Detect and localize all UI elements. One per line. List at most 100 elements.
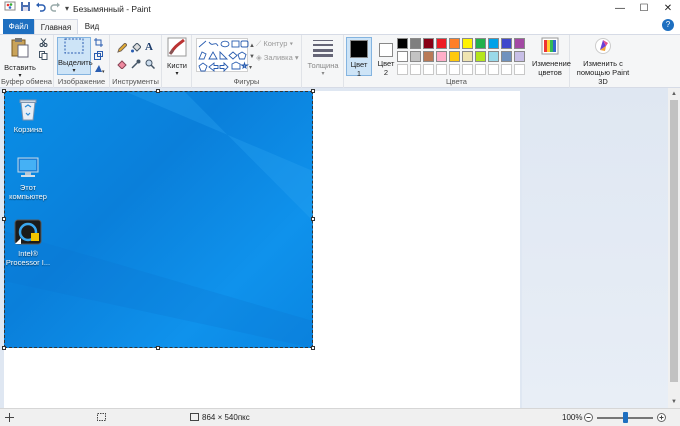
brushes-label: Кисти [167,61,187,70]
size-button[interactable]: Толщина ▾ [306,37,340,77]
canvas-workspace: Корзина Этот компьютер Intel® Processor … [0,88,668,409]
zoom-slider-thumb[interactable] [623,412,628,423]
fill-button[interactable]: ◈ Заливка ▾ [256,53,299,62]
palette-color-swatch[interactable] [397,38,408,49]
select-dropdown-icon: ▾ [72,68,76,74]
custom-color-slot[interactable] [410,64,421,75]
scroll-down-button[interactable]: ▼ [668,396,680,408]
custom-color-slot[interactable] [423,64,434,75]
maximize-button[interactable]: ☐ [632,0,656,18]
palette-color-swatch[interactable] [514,38,525,49]
palette-color-swatch[interactable] [501,38,512,49]
resize-handle-right[interactable] [311,217,315,221]
outline-button[interactable]: ⟋ Контур ▾ [256,39,293,49]
palette-color-swatch[interactable] [410,51,421,62]
redo-icon[interactable] [50,0,61,18]
shapes-gallery[interactable] [196,38,249,73]
crop-icon[interactable] [94,38,103,49]
color2-fill [380,44,392,56]
zoom-out-icon[interactable] [584,409,593,426]
color2-button[interactable]: Цвет 2 [374,37,398,77]
resize-handle-bottom[interactable] [156,346,160,350]
custom-color-slot[interactable] [488,64,499,75]
help-button[interactable]: ? [662,19,674,31]
custom-color-slot[interactable] [475,64,486,75]
palette-color-swatch[interactable] [449,51,460,62]
color-palette [397,38,529,78]
resize-handle-left[interactable] [2,217,6,221]
save-icon[interactable] [20,0,31,18]
clipboard-group-label: Буфер обмена [1,77,52,86]
shapes-scroll-up-icon[interactable]: ▲ [249,41,255,51]
cut-icon[interactable] [39,38,48,49]
paste-button[interactable]: Вставить ▾ [3,37,37,79]
custom-color-slot[interactable] [514,64,525,75]
color2-number: 2 [383,68,389,77]
edit-colors-button[interactable]: Изменение цветов [532,37,571,77]
custom-color-slot[interactable] [397,64,408,75]
brush-icon [164,37,190,59]
custom-color-slot[interactable] [462,64,473,75]
quick-access-toolbar: ▾ [0,0,69,18]
resize-handle-top-right[interactable] [311,89,315,93]
palette-color-swatch[interactable] [423,38,434,49]
color-picker-icon[interactable] [131,59,141,71]
palette-color-swatch[interactable] [397,51,408,62]
resize-handle-top[interactable] [156,89,160,93]
palette-color-swatch[interactable] [501,51,512,62]
brushes-button[interactable]: Кисти ▾ [164,37,190,77]
customize-toolbar-dropdown[interactable]: ▾ [65,0,69,18]
select-button[interactable]: Выделить ▾ [57,37,93,75]
rotate-icon[interactable]: ▾ [94,64,105,75]
paint-app-icon[interactable] [4,0,16,18]
edit-colors-label-line1: Изменение [532,59,571,68]
undo-icon[interactable] [35,0,46,18]
tab-file[interactable]: Файл [3,19,34,34]
palette-color-swatch[interactable] [488,51,499,62]
resize-handle-bottom-left[interactable] [2,346,6,350]
fill-bucket-icon[interactable] [131,42,142,55]
palette-color-swatch[interactable] [410,38,421,49]
palette-color-swatch[interactable] [514,51,525,62]
palette-color-swatch[interactable] [436,38,447,49]
palette-color-swatch[interactable] [449,38,460,49]
selection-rectangle[interactable] [4,91,313,348]
scroll-up-button[interactable]: ▲ [668,88,680,100]
pencil-icon[interactable] [117,42,128,55]
window-title: Безымянный - Paint [73,4,151,14]
vertical-scrollbar[interactable]: ▲ ▼ [668,88,680,408]
palette-color-swatch[interactable] [423,51,434,62]
copy-icon[interactable] [39,51,48,62]
close-button[interactable]: ✕ [656,0,680,18]
scrollbar-thumb[interactable] [670,100,678,382]
window-controls: — ☐ ✕ [608,0,680,18]
palette-color-swatch[interactable] [436,51,447,62]
minimize-button[interactable]: — [608,0,632,18]
tab-home[interactable]: Главная [34,19,78,34]
palette-color-swatch[interactable] [462,38,473,49]
resize-handle-top-left[interactable] [2,89,6,93]
text-tool-icon[interactable]: A [145,42,153,53]
shapes-scroll-down-icon[interactable]: ▼ [249,52,255,62]
image-group: Выделить ▾ ▾ Изображение [54,35,110,88]
palette-color-swatch[interactable] [475,38,486,49]
tab-view[interactable]: Вид [80,19,104,34]
custom-color-slot[interactable] [501,64,512,75]
color2-swatch [379,43,393,57]
custom-color-slot[interactable] [449,64,460,75]
resize-handle-bottom-right[interactable] [311,346,315,350]
custom-color-slot[interactable] [436,64,447,75]
color1-label: Цвет [350,60,368,69]
zoom-in-icon[interactable] [657,409,666,426]
color1-fill [351,41,367,57]
magnifier-icon[interactable] [145,59,156,71]
edit-with-paint3d-button[interactable]: Изменить с помощью Paint 3D [572,37,634,86]
shapes-more-icon[interactable]: ▾ [249,63,252,73]
resize-icon[interactable] [94,51,103,62]
color1-button[interactable]: Цвет 1 [346,37,372,78]
palette-color-swatch[interactable] [462,51,473,62]
image-size-text: 864 × 540пкс [202,413,250,422]
palette-color-swatch[interactable] [475,51,486,62]
palette-color-swatch[interactable] [488,38,499,49]
eraser-icon[interactable] [117,59,127,71]
